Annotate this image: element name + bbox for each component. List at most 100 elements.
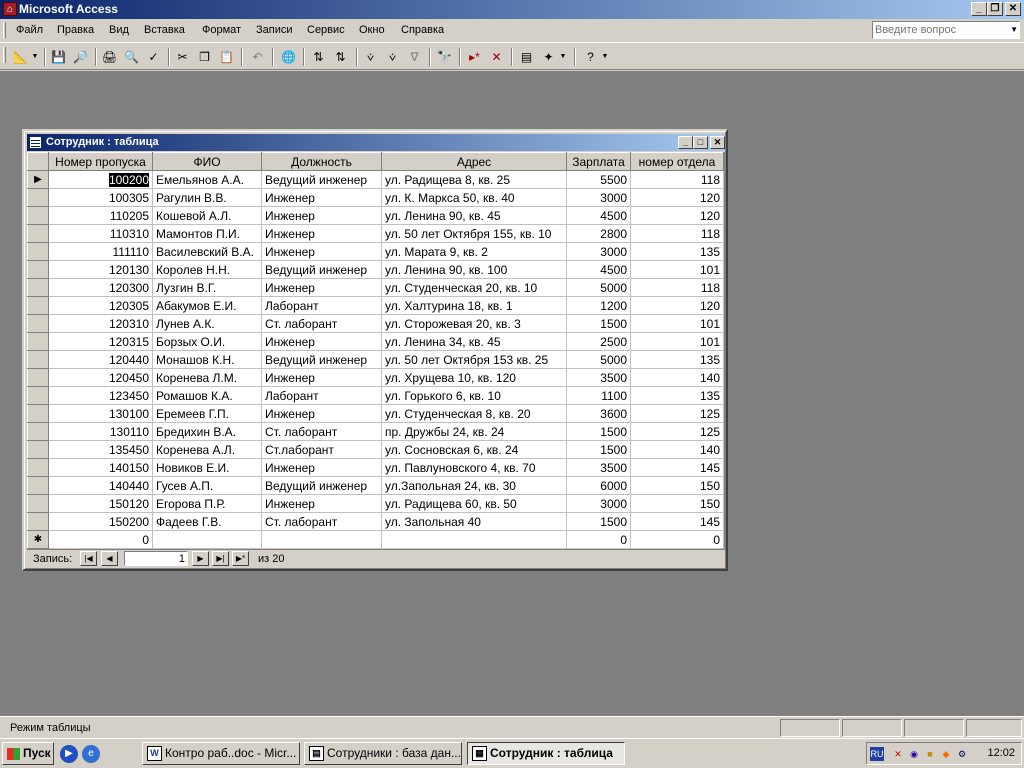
cell-pass-number[interactable]: 100305 bbox=[48, 188, 153, 207]
cell-salary[interactable]: 2800 bbox=[566, 224, 631, 243]
cell-position[interactable]: Ведущий инженер bbox=[261, 260, 382, 279]
cell-pass-number[interactable]: 120300 bbox=[48, 278, 153, 297]
table-row[interactable]: 123450 Ромашов К.А. Лаборант ул. Горького 6… bbox=[27, 386, 724, 405]
cell-name[interactable]: Василевский В.А. bbox=[152, 242, 262, 261]
cell-name[interactable] bbox=[152, 530, 262, 549]
cell-position[interactable]: Ведущий инженер bbox=[261, 170, 382, 189]
filter-by-form-icon[interactable]: ⩒ bbox=[382, 47, 403, 67]
cell-position[interactable]: Инженер bbox=[261, 188, 382, 207]
table-row[interactable]: 120305 Абакумов Е.И. Лаборант ул. Халтурина… bbox=[27, 296, 724, 315]
table-row[interactable]: 111110 Василевский В.А. Инженер ул. Марата … bbox=[27, 242, 724, 261]
cell-salary[interactable]: 3600 bbox=[566, 404, 631, 423]
cell-salary[interactable]: 1500 bbox=[566, 422, 631, 441]
record-selector[interactable] bbox=[27, 350, 49, 369]
access-key-icon[interactable]: ⌂ bbox=[3, 2, 17, 16]
print-preview-icon[interactable]: 🔍 bbox=[121, 47, 142, 67]
cell-address[interactable]: ул. Павлуновского 4, кв. 70 bbox=[381, 458, 567, 477]
find-icon[interactable]: 🔭 bbox=[434, 47, 455, 67]
delete-record-icon[interactable]: ✕ bbox=[486, 47, 507, 67]
table-row[interactable]: 110310 Мамонтов П.И. Инженер ул. 50 лет Окт… bbox=[27, 224, 724, 243]
antivirus-icon[interactable]: ◆ bbox=[939, 747, 953, 761]
cell-pass-number[interactable]: 120130 bbox=[48, 260, 153, 279]
cell-department[interactable]: 140 bbox=[630, 440, 724, 459]
record-selector[interactable] bbox=[27, 494, 49, 513]
cell-pass-number[interactable]: 135450 bbox=[48, 440, 153, 459]
table-row[interactable]: 150120 Егорова П.Р. Инженер ул. Радищева 60… bbox=[27, 494, 724, 513]
new-record-selector[interactable]: ✱ bbox=[27, 530, 49, 549]
cell-address[interactable]: ул. Запольная 40 bbox=[381, 512, 567, 531]
cell-address[interactable]: ул. Студенческая 8, кв. 20 bbox=[381, 404, 567, 423]
database-window-icon[interactable]: ▤ bbox=[516, 47, 537, 67]
cell-name[interactable]: Егорова П.Р. bbox=[152, 494, 262, 513]
menu-insert[interactable]: Вставка bbox=[144, 24, 185, 36]
column-header-pass-number[interactable]: Номер пропуска bbox=[48, 152, 153, 171]
record-selector[interactable] bbox=[27, 278, 49, 297]
cell-department[interactable]: 135 bbox=[630, 242, 724, 261]
task-table[interactable]: ▦ Сотрудник : таблица bbox=[467, 742, 625, 765]
menu-help[interactable]: Справка bbox=[401, 24, 444, 36]
cell-department[interactable]: 101 bbox=[630, 332, 724, 351]
select-all-corner[interactable] bbox=[27, 152, 49, 171]
child-close-button[interactable]: ✕ bbox=[710, 136, 725, 149]
cell-department[interactable]: 150 bbox=[630, 494, 724, 513]
record-selector[interactable] bbox=[27, 476, 49, 495]
cell-salary[interactable]: 2500 bbox=[566, 332, 631, 351]
cell-name[interactable]: Коренева Л.М. bbox=[152, 368, 262, 387]
table-row[interactable]: 100305 Рагулин В.В. Инженер ул. К. Маркса 5… bbox=[27, 188, 724, 207]
new-record-icon[interactable]: ▸* bbox=[464, 47, 485, 67]
cell-name[interactable]: Абакумов Е.И. bbox=[152, 296, 262, 315]
first-record-button[interactable]: |◀ bbox=[80, 551, 97, 566]
internet-explorer-icon[interactable]: e bbox=[82, 745, 100, 763]
cell-pass-number[interactable]: 140440 bbox=[48, 476, 153, 495]
cell-department[interactable]: 120 bbox=[630, 296, 724, 315]
cell-position[interactable]: Лаборант bbox=[261, 296, 382, 315]
cell-position[interactable]: Ст.лаборант bbox=[261, 440, 382, 459]
cell-pass-number[interactable]: 120440 bbox=[48, 350, 153, 369]
table-window-title-bar[interactable]: Сотрудник : таблица _ □ ✕ bbox=[27, 134, 725, 151]
chevron-down-icon[interactable]: ▼ bbox=[1010, 25, 1018, 34]
cell-salary[interactable]: 1500 bbox=[566, 512, 631, 531]
column-header-address[interactable]: Адрес bbox=[381, 152, 567, 171]
menu-tools[interactable]: Сервис bbox=[307, 24, 345, 36]
cell-salary[interactable]: 3000 bbox=[566, 494, 631, 513]
record-selector[interactable] bbox=[27, 314, 49, 333]
child-minimize-button[interactable]: _ bbox=[678, 136, 693, 149]
cell-salary[interactable]: 3500 bbox=[566, 458, 631, 477]
view-dropdown-icon[interactable]: ▼ bbox=[30, 47, 40, 67]
cell-department[interactable]: 135 bbox=[630, 350, 724, 369]
cell-position[interactable]: Ведущий инженер bbox=[261, 350, 382, 369]
cell-department[interactable]: 0 bbox=[630, 530, 724, 549]
minimize-button[interactable]: _ bbox=[971, 2, 987, 16]
record-selector[interactable] bbox=[27, 332, 49, 351]
cell-position[interactable]: Инженер bbox=[261, 458, 382, 477]
cell-department[interactable]: 125 bbox=[630, 404, 724, 423]
cell-position[interactable]: Инженер bbox=[261, 242, 382, 261]
cell-name[interactable]: Гусев А.П. bbox=[152, 476, 262, 495]
cell-address[interactable]: ул. Горького 6, кв. 10 bbox=[381, 386, 567, 405]
cell-name[interactable]: Фадеев Г.В. bbox=[152, 512, 262, 531]
undo-icon[interactable]: ↶ bbox=[247, 47, 268, 67]
cell-pass-number[interactable]: 130100 bbox=[48, 404, 153, 423]
cell-address[interactable]: ул. Ленина 90, кв. 100 bbox=[381, 260, 567, 279]
record-selector[interactable] bbox=[27, 422, 49, 441]
cell-position[interactable] bbox=[261, 530, 382, 549]
next-record-button[interactable]: ▶ bbox=[192, 551, 209, 566]
menu-edit[interactable]: Правка bbox=[57, 24, 94, 36]
cell-name[interactable]: Рагулин В.В. bbox=[152, 188, 262, 207]
cell-pass-number[interactable]: 111110 bbox=[48, 242, 153, 261]
last-record-button[interactable]: ▶| bbox=[212, 551, 229, 566]
record-selector[interactable] bbox=[27, 386, 49, 405]
table-row[interactable]: 120130 Королев Н.Н. Ведущий инженер ул. Лен… bbox=[27, 260, 724, 279]
column-header-name[interactable]: ФИО bbox=[152, 152, 262, 171]
table-icon[interactable] bbox=[30, 137, 41, 148]
cell-address[interactable]: ул. Радищева 60, кв. 50 bbox=[381, 494, 567, 513]
record-selector[interactable] bbox=[27, 188, 49, 207]
network-icon[interactable]: ✕ bbox=[891, 747, 905, 761]
cell-pass-number[interactable]: 110310 bbox=[48, 224, 153, 243]
cell-department[interactable]: 140 bbox=[630, 368, 724, 387]
sort-ascending-icon[interactable]: ⇅ bbox=[308, 47, 329, 67]
table-row[interactable]: ▶ 100200 Емельянов А.А. Ведущий инженер ул. … bbox=[27, 170, 724, 189]
current-record-input[interactable] bbox=[124, 551, 188, 566]
cell-pass-number[interactable]: 110205 bbox=[48, 206, 153, 225]
new-object-dropdown-icon[interactable]: ▼ bbox=[558, 47, 568, 67]
